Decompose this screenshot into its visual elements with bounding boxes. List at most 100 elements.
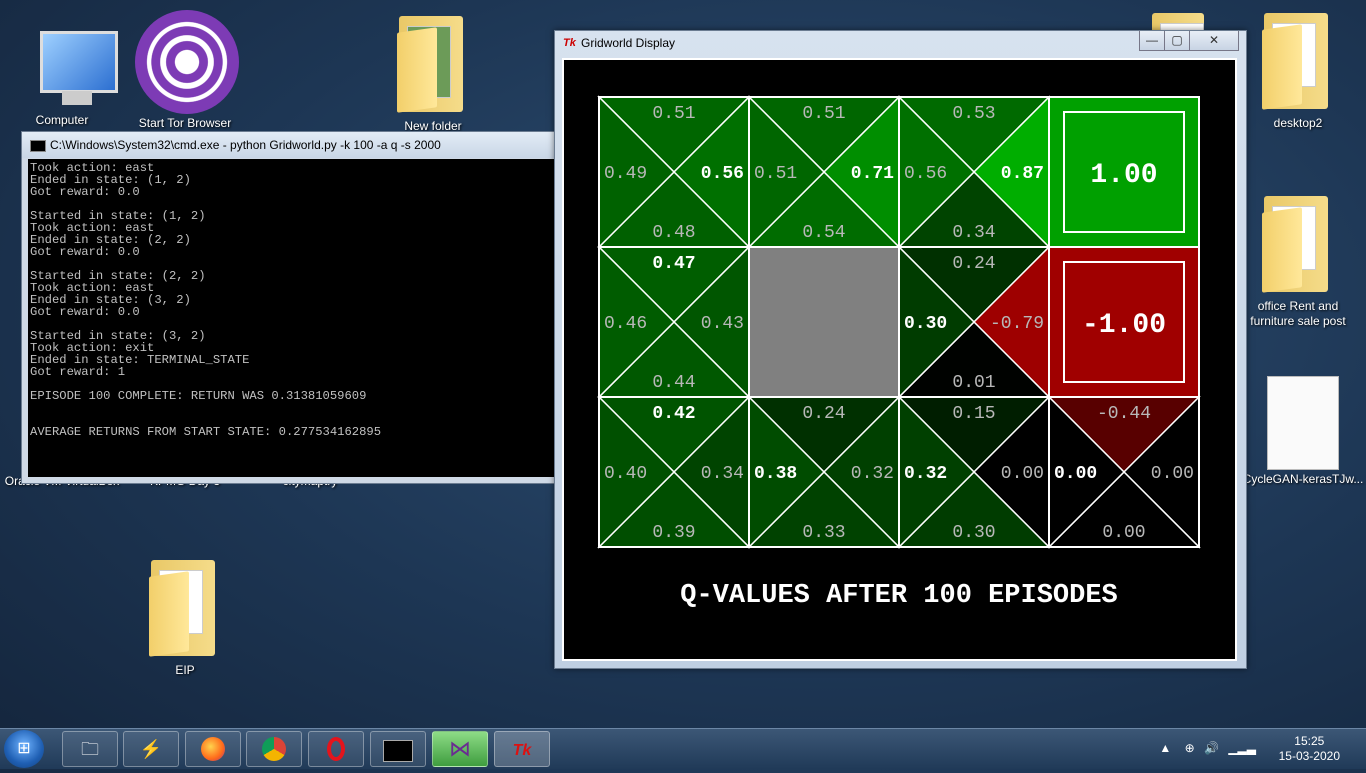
terminal-value: -1.00 <box>1082 310 1166 341</box>
grid-cell-0-0: 0.51 0.56 0.48 0.49 <box>597 95 751 249</box>
q-value-w: 0.38 <box>754 464 797 484</box>
desktop-icon-label: Computer <box>35 113 89 127</box>
desktop-icon-label: EIP <box>175 663 195 677</box>
q-value-n: 0.42 <box>652 404 695 424</box>
taskbar-visual-studio[interactable]: ⋈ <box>432 731 488 767</box>
tor-browser-icon <box>135 10 239 114</box>
taskbar-explorer[interactable]: 🗀 <box>62 731 118 767</box>
q-value-s: 0.44 <box>652 373 695 393</box>
clock-time: 15:25 <box>1294 734 1325 748</box>
q-value-n: 0.51 <box>802 104 845 124</box>
grid-cell-1-2: 0.24 -0.79 0.01 0.30 <box>897 245 1051 399</box>
chrome-icon <box>262 737 286 761</box>
firefox-icon <box>201 737 225 761</box>
cmd-icon <box>30 140 46 152</box>
computer-icon <box>22 25 118 111</box>
tk-icon: Tk <box>563 37 576 49</box>
folder-icon <box>1258 5 1338 111</box>
grid-cell-2-3: -0.44 0.00 0.00 0.00 <box>1047 395 1201 549</box>
q-value-e: 0.34 <box>701 464 744 484</box>
q-value-s: 0.34 <box>952 223 995 243</box>
desktop-icon-office-rent[interactable]: office Rent and furniture sale post <box>1248 188 1348 329</box>
grid-cell-1-1 <box>748 246 900 398</box>
maximize-button[interactable]: ▢ <box>1164 31 1190 51</box>
cmd-line: Got reward: 0.0 <box>30 305 140 319</box>
file-icon <box>1267 376 1339 470</box>
q-value-s: 0.39 <box>652 523 695 543</box>
cmd-line: Got reward: 0.0 <box>30 245 140 259</box>
minimize-button[interactable]: — <box>1139 31 1165 51</box>
q-value-w: 0.46 <box>604 314 647 334</box>
gridworld-canvas: 0.51 0.56 0.48 0.49 0.51 0.71 0.54 0.51 0.53 0.87… <box>562 58 1237 661</box>
cmd-line: EPISODE 100 COMPLETE: RETURN WAS 0.31381… <box>30 389 367 403</box>
folder-icon <box>1146 5 1210 31</box>
q-value-e: 0.00 <box>1151 464 1194 484</box>
taskbar-cmd[interactable] <box>370 731 426 767</box>
desktop-icon-desktop2[interactable]: desktop2 <box>1248 5 1348 131</box>
q-value-s: 0.00 <box>1102 523 1145 543</box>
cmd-line <box>30 402 552 414</box>
taskbar-firefox[interactable] <box>185 731 241 767</box>
q-value-s: 0.33 <box>802 523 845 543</box>
q-value-e: -0.79 <box>990 314 1044 334</box>
network-tray-icon[interactable]: ⊕ <box>1185 741 1195 755</box>
q-value-w: 0.51 <box>754 164 797 184</box>
q-value-n: -0.44 <box>1097 404 1151 424</box>
qvalue-grid: 0.51 0.56 0.48 0.49 0.51 0.71 0.54 0.51 0.53 0.87… <box>597 95 1201 611</box>
grid-cell-2-0: 0.42 0.34 0.39 0.40 <box>597 395 751 549</box>
q-value-n: 0.53 <box>952 104 995 124</box>
cmd-title: C:\Windows\System32\cmd.exe - python Gri… <box>50 138 441 152</box>
signal-icon[interactable]: ▁▂▃ <box>1228 741 1256 755</box>
cmd-output[interactable]: Took action: east Ended in state: (1, 2) G… <box>28 159 554 477</box>
clock[interactable]: 15:25 15-03-2020 <box>1279 734 1340 764</box>
cmd-line: Got reward: 0.0 <box>30 185 140 199</box>
taskbar-winamp[interactable]: ⚡ <box>123 731 179 767</box>
opera-icon <box>327 737 345 761</box>
tk-icon: Tk <box>512 742 532 759</box>
desktop-icon-computer[interactable]: Computer <box>12 25 118 128</box>
taskbar-chrome[interactable] <box>246 731 302 767</box>
taskbar-opera[interactable] <box>308 731 364 767</box>
q-value-n: 0.15 <box>952 404 995 424</box>
show-hidden-icons-icon[interactable]: ▲ <box>1159 741 1171 755</box>
q-value-w: 0.49 <box>604 164 647 184</box>
folder-icon <box>393 8 473 114</box>
q-value-w: 0.56 <box>904 164 947 184</box>
gridworld-window[interactable]: Tk Gridworld Display — ▢ ✕ 0.51 0.56 0.48 0… <box>554 30 1247 669</box>
taskbar-tk[interactable]: Tk <box>494 731 550 767</box>
q-value-n: 0.24 <box>952 254 995 274</box>
q-value-s: 0.01 <box>952 373 995 393</box>
q-value-e: 0.87 <box>1001 164 1044 184</box>
winamp-icon: ⚡ <box>139 739 163 759</box>
cmd-line: AVERAGE RETURNS FROM START STATE: 0.2775… <box>30 425 382 439</box>
folder-icon <box>1258 188 1338 294</box>
desktop-icon-new-folder[interactable]: New folder <box>383 8 483 134</box>
q-value-s: 0.30 <box>952 523 995 543</box>
desktop-icon-eip[interactable]: EIP <box>135 552 235 678</box>
q-value-e: 0.00 <box>1001 464 1044 484</box>
q-value-s: 0.54 <box>802 223 845 243</box>
grid-cell-0-3: 1.00 <box>1048 96 1200 248</box>
visual-studio-icon: ⋈ <box>449 736 471 761</box>
grid-cell-0-1: 0.51 0.71 0.54 0.51 <box>747 95 901 249</box>
terminal-value: 1.00 <box>1090 160 1157 191</box>
windows-logo-icon: ⊞ <box>17 740 31 757</box>
cmd-icon <box>383 740 413 762</box>
cmd-window[interactable]: C:\Windows\System32\cmd.exe - python Gri… <box>21 131 555 484</box>
grid-cell-0-2: 0.53 0.87 0.34 0.56 <box>897 95 1051 249</box>
desktop-icon-tor[interactable]: Start Tor Browser <box>135 10 239 131</box>
q-value-e: 0.71 <box>851 164 894 184</box>
desktop-icon-label: office Rent and furniture sale post <box>1250 299 1346 328</box>
desktop-icon-cyclegan[interactable]: CycleGAN-kerasTJw... <box>1240 376 1366 487</box>
clock-date: 15-03-2020 <box>1278 749 1340 763</box>
cmd-line: Got reward: 1 <box>30 365 126 379</box>
desktop-icon-label: desktop2 <box>1273 116 1323 130</box>
volume-icon[interactable]: 🔊 <box>1204 741 1219 755</box>
close-button[interactable]: ✕ <box>1189 31 1239 51</box>
q-value-w: 0.30 <box>904 314 947 334</box>
start-button[interactable]: ⊞ <box>4 730 44 768</box>
gridworld-title: Gridworld Display <box>581 36 676 50</box>
cmd-title-bar[interactable]: C:\Windows\System32\cmd.exe - python Gri… <box>22 132 554 158</box>
folder-icon <box>145 552 225 658</box>
grid-cell-1-3: -1.00 <box>1048 246 1200 398</box>
